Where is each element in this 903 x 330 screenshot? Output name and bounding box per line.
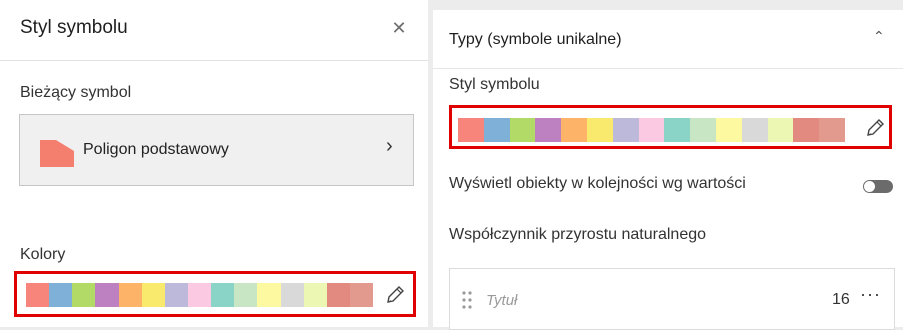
pencil-icon[interactable] — [384, 284, 406, 306]
unique-types-panel: Typy (symbole unikalne) ⌃ Styl symbolu W… — [433, 10, 903, 330]
color-swatch — [741, 118, 768, 142]
more-options-button[interactable]: ··· — [860, 284, 881, 305]
color-swatch — [483, 118, 510, 142]
legend-title-row: 16 ··· — [449, 268, 895, 330]
polygon-symbol-icon — [40, 140, 74, 167]
chevron-right-icon: › — [386, 135, 393, 157]
current-symbol-button[interactable]: Poligon podstawowy › — [19, 114, 414, 186]
color-swatch — [349, 283, 374, 307]
color-swatch — [118, 283, 142, 307]
color-ramp-highlight — [449, 105, 892, 149]
color-swatch — [819, 118, 845, 142]
color-ramp[interactable] — [26, 283, 374, 307]
order-by-value-label: Wyświetl obiekty w kolejności wg wartośc… — [449, 175, 746, 192]
color-swatch — [561, 118, 587, 142]
color-swatch — [95, 283, 119, 307]
color-swatch — [26, 283, 50, 307]
color-swatch — [280, 283, 304, 307]
color-swatch — [164, 283, 188, 307]
color-swatch — [234, 283, 258, 307]
color-swatch — [767, 118, 794, 142]
color-swatch — [509, 118, 536, 142]
close-icon: ✕ — [391, 18, 407, 38]
panel-header: Styl symbolu ✕ — [0, 0, 428, 61]
color-swatch — [49, 283, 73, 307]
section-header[interactable]: Typy (symbole unikalne) ⌃ — [433, 10, 903, 69]
color-ramp-highlight — [14, 271, 416, 317]
color-swatch — [690, 118, 716, 142]
current-symbol-label: Bieżący symbol — [20, 84, 132, 101]
symbol-name: Poligon podstawowy — [83, 141, 229, 158]
order-by-value-toggle[interactable] — [863, 180, 893, 193]
color-swatch — [793, 118, 820, 142]
category-count: 16 — [832, 291, 850, 308]
color-swatch — [326, 283, 350, 307]
pencil-icon[interactable] — [864, 117, 886, 139]
color-ramp[interactable] — [458, 118, 845, 142]
drag-handle-icon[interactable] — [460, 289, 474, 311]
chevron-up-icon[interactable]: ⌃ — [873, 28, 885, 45]
color-swatch — [715, 118, 742, 142]
symbol-style-panel: Styl symbolu ✕ Bieżący symbol Poligon po… — [0, 0, 428, 327]
color-swatch — [141, 283, 165, 307]
color-swatch — [303, 283, 327, 307]
symbol-style-label: Styl symbolu — [449, 76, 540, 93]
colors-label: Kolory — [20, 246, 66, 263]
close-button[interactable]: ✕ — [388, 16, 410, 40]
color-swatch — [638, 118, 665, 142]
color-swatch — [664, 118, 691, 142]
section-title: Typy (symbole unikalne) — [449, 31, 622, 48]
color-swatch — [257, 283, 281, 307]
toggle-knob — [864, 181, 875, 192]
color-swatch — [211, 283, 235, 307]
color-swatch — [72, 283, 96, 307]
panel-title: Styl symbolu — [20, 17, 128, 38]
color-swatch — [612, 118, 639, 142]
color-swatch — [458, 118, 484, 142]
title-input[interactable] — [486, 289, 786, 311]
color-swatch — [586, 118, 613, 142]
field-label: Współczynnik przyrostu naturalnego — [449, 226, 707, 243]
color-swatch — [187, 283, 212, 307]
color-swatch — [535, 118, 562, 142]
